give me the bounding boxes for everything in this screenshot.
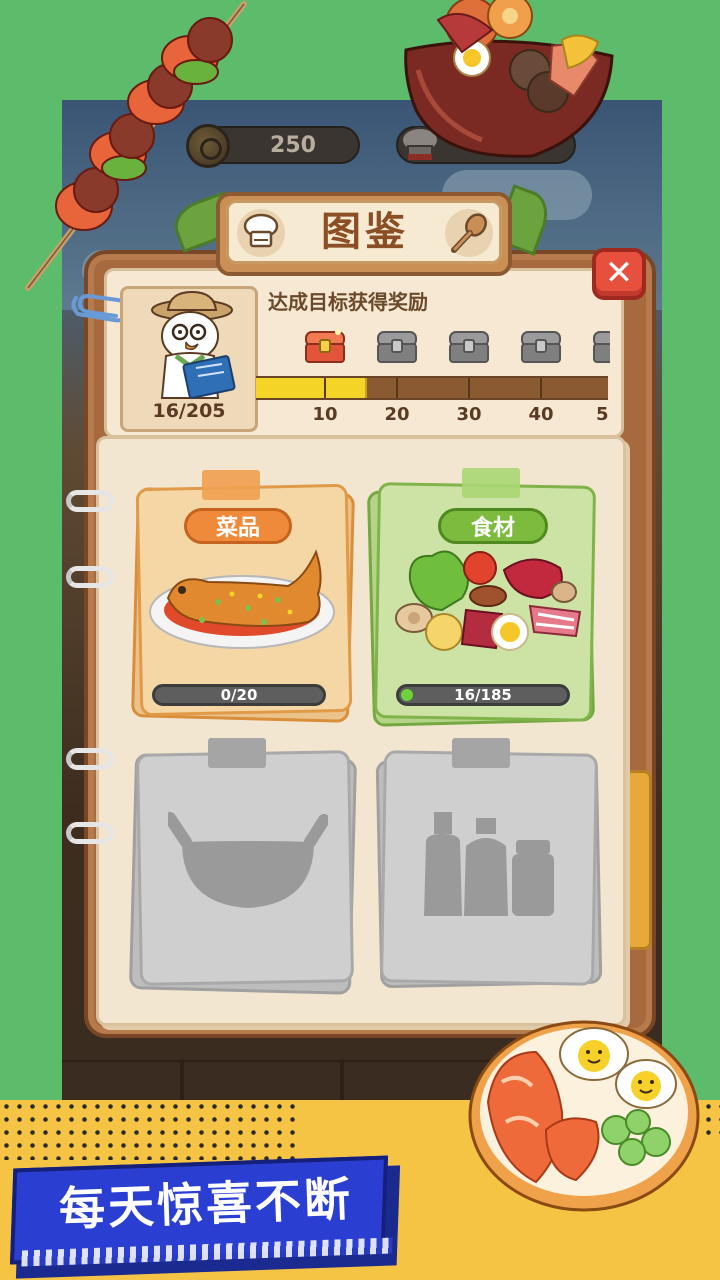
binder-ring [66,490,114,512]
category-label-dishes: 菜品 [184,508,292,544]
promo-slogan: 每天惊喜不断 [58,1171,354,1237]
ingredients-image [395,550,582,651]
dishes-progress-bar: 0/20 [152,684,326,706]
milestone-label: 40 [528,404,554,425]
milestone-label: 5 [596,404,608,425]
explorer-duck-avatar [151,290,236,399]
tape [462,468,520,498]
binder-ring [66,748,114,770]
side-bookmark-tab[interactable] [624,770,652,950]
progress-tick [324,378,326,398]
tape [452,738,510,768]
ingredients-progress-text: 16/185 [454,686,512,704]
condiment-bottles-silhouette-icon [424,812,554,916]
milestone-label: 10 [312,404,338,425]
treasure-chest-icon[interactable] [518,326,564,366]
progress-tick [540,378,542,398]
reward-progress-fill [256,378,368,398]
milestone-label: 20 [384,404,410,425]
treasure-chest-icon[interactable] [302,326,348,366]
spoon-icon [445,209,493,257]
fish-dish-image [149,549,335,649]
progress-tick [396,378,398,398]
close-button[interactable]: ✕ [592,248,646,300]
tape [208,738,266,768]
milestone-label: 30 [456,404,482,425]
wok-silhouette-icon [168,812,328,908]
skewer-illustration [25,1,247,291]
dishes-progress-text: 0/20 [220,686,258,704]
category-label-ingredients: 食材 [438,508,548,544]
binder-ring [66,566,114,588]
meat-bowl-illustration [404,0,614,158]
progress-tick [468,378,470,398]
page-title: 图鉴 [321,209,409,255]
coin-count: 250 [270,132,316,158]
reward-goal-label: 达成目标获得奖励 [268,290,428,314]
collection-count: 16/205 [152,400,226,422]
treasure-chest-icon[interactable] [374,326,420,366]
binder-ring [66,822,114,844]
tape [202,470,260,500]
rice-bowl-illustration [468,1020,700,1212]
ingredients-progress-bar: 16/185 [396,684,570,706]
treasure-chest-icon[interactable] [446,326,492,366]
close-icon: ✕ [604,253,634,293]
progress-dot [401,689,413,701]
halftone-dots [0,1100,300,1160]
reward-progress-bar [256,376,608,400]
treasure-chest-icon[interactable] [590,326,610,366]
